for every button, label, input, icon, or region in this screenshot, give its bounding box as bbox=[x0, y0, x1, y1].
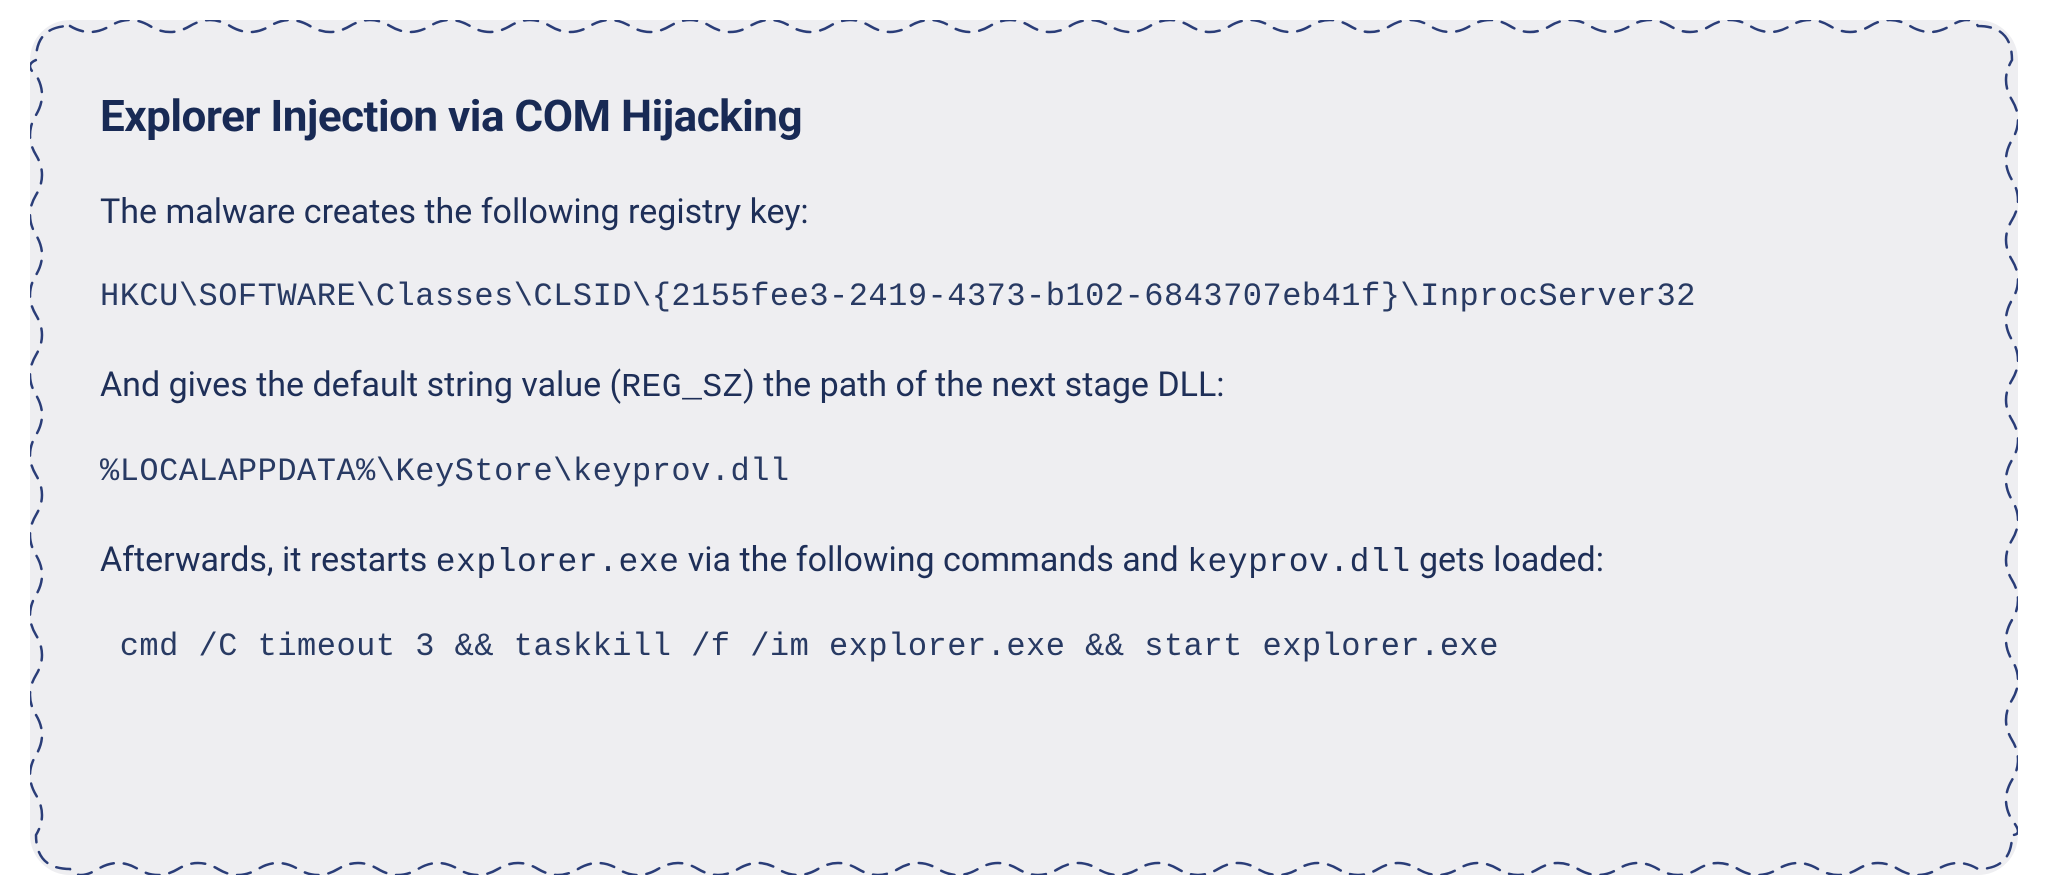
paragraph-1: The malware creates the following regist… bbox=[100, 188, 1948, 237]
keyprov-dll-code: keyprov.dll bbox=[1187, 544, 1410, 581]
explorer-exe-code: explorer.exe bbox=[436, 544, 680, 581]
paragraph-3: Afterwards, it restarts explorer.exe via… bbox=[100, 536, 1948, 587]
reg-sz-code: REG_SZ bbox=[621, 369, 743, 406]
registry-key-code: HKCU\SOFTWARE\Classes\CLSID\{2155fee3-24… bbox=[100, 273, 1948, 321]
p2-text-a: And gives the default string value ( bbox=[100, 365, 621, 405]
p3-text-c: gets loaded: bbox=[1411, 540, 1604, 580]
p3-text-a: Afterwards, it restarts bbox=[100, 540, 436, 580]
section-title: Explorer Injection via COM Hijacking bbox=[100, 90, 1948, 142]
p3-text-b: via the following commands and bbox=[679, 540, 1187, 580]
p2-text-b: ) the path of the next stage DLL: bbox=[743, 365, 1225, 405]
cmd-command-code: cmd /C timeout 3 && taskkill /f /im expl… bbox=[100, 623, 1948, 671]
paragraph-2: And gives the default string value (REG_… bbox=[100, 361, 1948, 412]
dll-path-code: %LOCALAPPDATA%\KeyStore\keyprov.dll bbox=[100, 448, 1948, 496]
info-card: Explorer Injection via COM Hijacking The… bbox=[30, 20, 2018, 875]
